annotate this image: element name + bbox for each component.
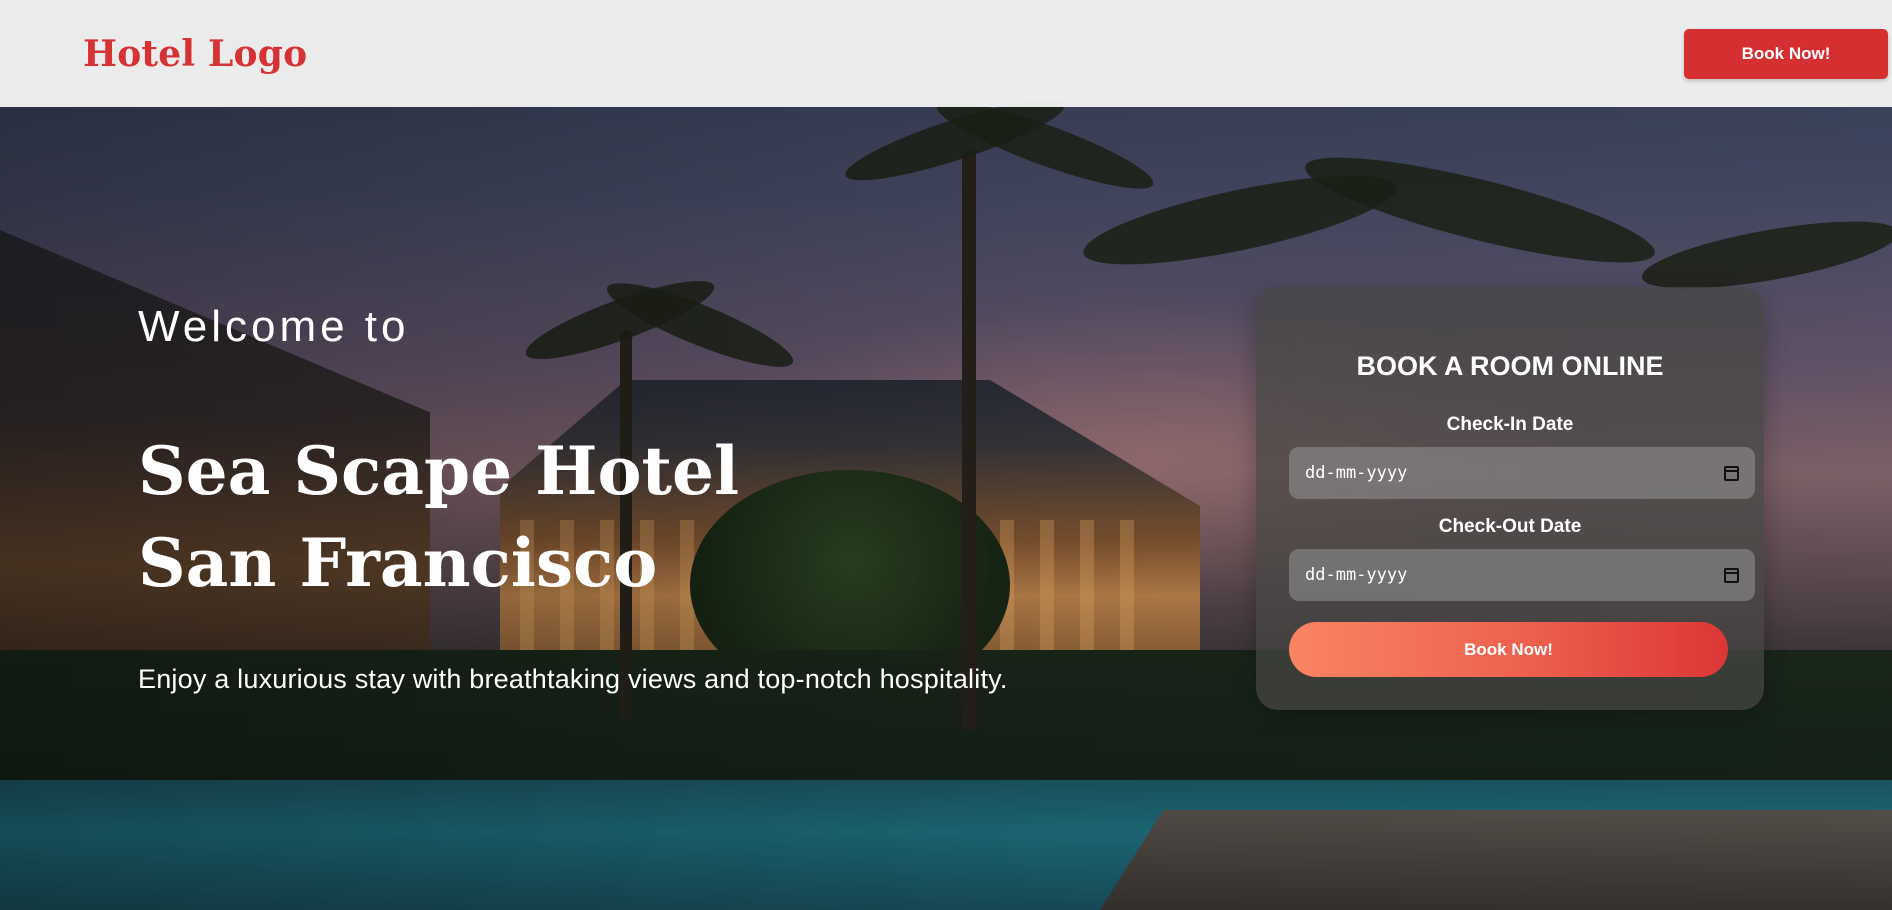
booking-card: BOOK A ROOM ONLINE Check-In Date dd-mm-y… — [1256, 287, 1764, 710]
hotel-name-heading: Sea Scape Hotel San Francisco — [138, 425, 739, 609]
checkin-label: Check-In Date — [1446, 414, 1574, 435]
calendar-icon[interactable] — [1724, 465, 1739, 481]
welcome-text: Welcome to — [138, 302, 410, 351]
booking-submit-button[interactable]: Book Now! — [1289, 622, 1728, 677]
site-header: Hotel Logo Book Now! — [0, 0, 1892, 107]
booking-title: BOOK A ROOM ONLINE — [1356, 351, 1664, 381]
checkout-label: Check-Out Date — [1438, 516, 1582, 537]
hotel-logo[interactable]: Hotel Logo — [83, 33, 307, 75]
hotel-name-line2: San Francisco — [138, 524, 658, 602]
hero-tagline: Enjoy a luxurious stay with breathtaking… — [138, 664, 1008, 694]
header-book-now-button[interactable]: Book Now! — [1684, 28, 1888, 79]
checkout-date-input[interactable]: dd-mm-yyyy — [1289, 549, 1755, 601]
hotel-name-line1: Sea Scape Hotel — [138, 432, 740, 510]
checkout-placeholder: dd-mm-yyyy — [1305, 565, 1408, 585]
checkin-date-input[interactable]: dd-mm-yyyy — [1289, 447, 1755, 499]
calendar-icon[interactable] — [1724, 567, 1739, 583]
checkin-placeholder: dd-mm-yyyy — [1305, 463, 1408, 483]
